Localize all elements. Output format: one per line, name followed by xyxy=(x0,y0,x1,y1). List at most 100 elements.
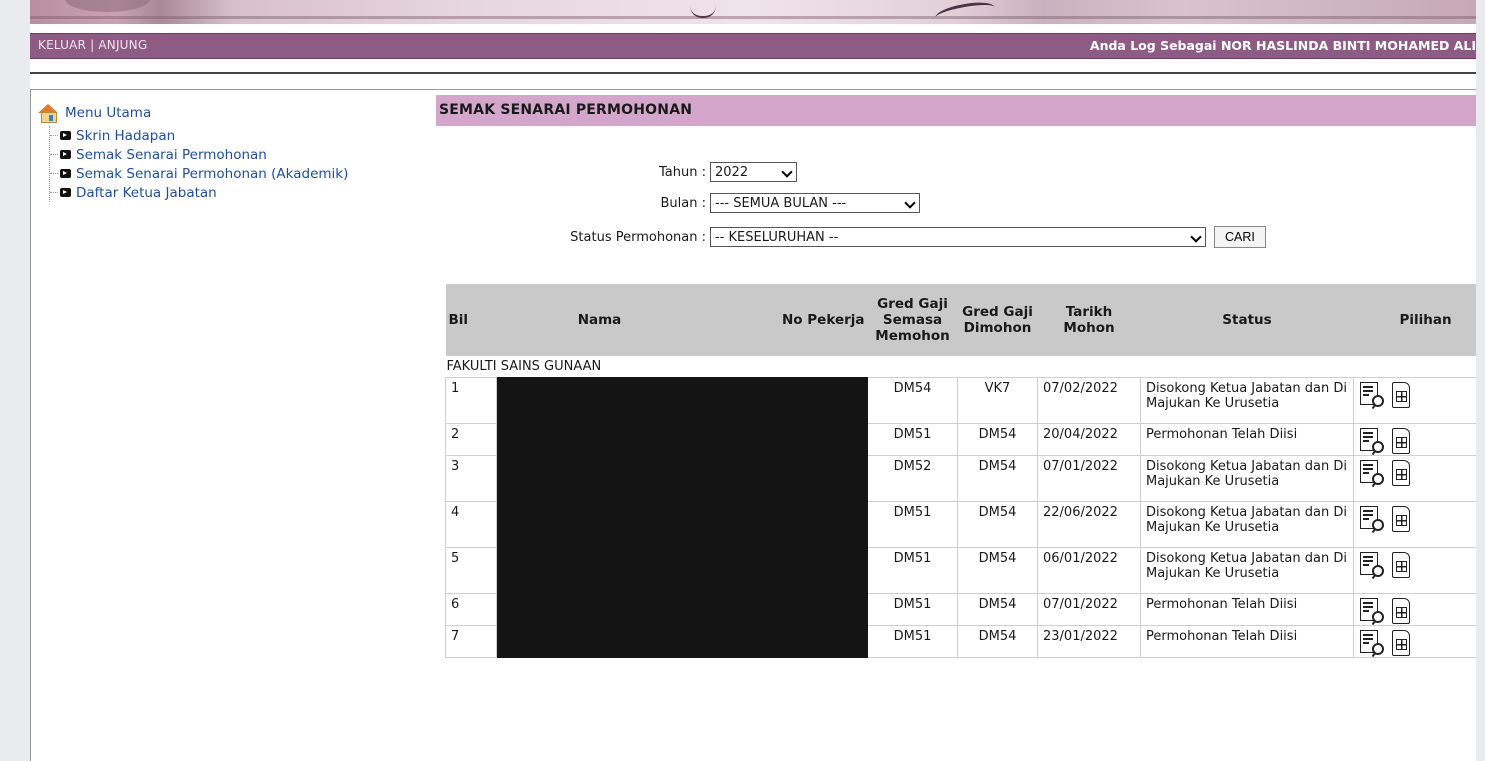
divider xyxy=(30,72,1476,74)
cell-gred-dimohon: DM54 xyxy=(957,455,1038,502)
document-search-icon[interactable] xyxy=(1360,382,1384,410)
document-search-icon[interactable] xyxy=(1360,552,1384,580)
cell-pilihan xyxy=(1353,625,1476,658)
tahun-row: Tahun : 2022 xyxy=(651,162,797,182)
table-row: 1 DM54 VK7 07/02/2022 Disokong Ketua Jab… xyxy=(445,377,1476,424)
table-row: 3 DM52 DM54 07/01/2022 Disokong Ketua Ja… xyxy=(445,455,1476,502)
document-search-icon[interactable] xyxy=(1360,630,1384,657)
tahun-select[interactable]: 2022 xyxy=(710,162,797,182)
document-grid-icon[interactable] xyxy=(1392,552,1410,579)
document-grid-icon[interactable] xyxy=(1392,382,1410,409)
page: KELUAR | ANJUNG Anda Log Sebagai NOR HAS… xyxy=(30,0,1476,761)
sidebar: Menu Utama Skrin Hadapan Semak Senarai P… xyxy=(30,89,439,761)
col-no-pekerja: No Pekerja xyxy=(702,284,868,356)
cell-gred-dimohon: DM54 xyxy=(957,593,1038,626)
top-nav-bar: KELUAR | ANJUNG Anda Log Sebagai NOR HAS… xyxy=(30,33,1476,59)
anjung-link[interactable]: ANJUNG xyxy=(98,38,147,52)
sidebar-item-label: Semak Senarai Permohonan xyxy=(76,146,267,163)
document-grid-icon[interactable] xyxy=(1392,630,1410,657)
cell-bil: 2 xyxy=(445,423,497,456)
cell-tarikh: 22/06/2022 xyxy=(1037,501,1141,548)
link-separator: | xyxy=(86,38,99,52)
cell-pilihan xyxy=(1353,501,1476,548)
applications-table: Bil Nama No Pekerja Gred Gaji Semasa Memoh… xyxy=(445,284,1476,658)
bulan-row: Bulan : --- SEMUA BULAN --- xyxy=(631,193,920,213)
menu-list: Skrin Hadapan Semak Senarai Permohonan S… xyxy=(49,126,348,202)
status-row: Status Permohonan : -- KESELURUHAN -- CA… xyxy=(531,226,1266,248)
cari-button[interactable]: CARI xyxy=(1214,226,1266,248)
cell-bil: 4 xyxy=(445,501,497,548)
cell-gred-semasa: DM51 xyxy=(867,625,958,658)
cell-pilihan xyxy=(1353,423,1476,456)
cell-gred-dimohon: DM54 xyxy=(957,501,1038,548)
status-value: -- KESELURUHAN -- xyxy=(715,230,839,245)
sidebar-item-semak-senarai[interactable]: Semak Senarai Permohonan xyxy=(50,145,348,164)
cell-gred-semasa: DM51 xyxy=(867,423,958,456)
bullet-arrow-icon xyxy=(60,169,71,178)
redacted-name-cell xyxy=(496,547,868,594)
cell-gred-dimohon: VK7 xyxy=(957,377,1038,424)
col-gred-dimohon: Gred Gaji Dimohon xyxy=(957,284,1038,356)
bullet-arrow-icon xyxy=(60,188,71,197)
table-row: 4 DM51 DM54 22/06/2022 Disokong Ketua Ja… xyxy=(445,501,1476,548)
status-select[interactable]: -- KESELURUHAN -- xyxy=(710,227,1206,247)
redacted-name-cell xyxy=(496,423,868,456)
table-row: 2 DM51 DM54 20/04/2022 Permohonan Telah … xyxy=(445,423,1476,456)
sidebar-item-skrin-hadapan[interactable]: Skrin Hadapan xyxy=(50,126,348,145)
cell-tarikh: 07/01/2022 xyxy=(1037,593,1141,626)
document-search-icon[interactable] xyxy=(1360,428,1384,455)
redacted-name-cell xyxy=(496,377,868,424)
bulan-select[interactable]: --- SEMUA BULAN --- xyxy=(710,193,920,213)
home-icon xyxy=(37,104,59,123)
bullet-arrow-icon xyxy=(60,131,71,140)
sidebar-item-label: Skrin Hadapan xyxy=(76,127,176,144)
cell-gred-dimohon: DM54 xyxy=(957,625,1038,658)
cell-status: Permohonan Telah Diisi xyxy=(1140,423,1354,456)
cell-bil: 6 xyxy=(445,593,497,626)
col-pilihan: Pilihan xyxy=(1353,284,1476,356)
sidebar-item-semak-akademik[interactable]: Semak Senarai Permohonan (Akademik) xyxy=(50,164,348,183)
cell-tarikh: 07/01/2022 xyxy=(1037,455,1141,502)
col-nama: Nama xyxy=(496,284,703,356)
cell-status: Permohonan Telah Diisi xyxy=(1140,625,1354,658)
cell-status: Disokong Ketua Jabatan dan Di Majukan Ke… xyxy=(1140,455,1354,502)
cell-gred-dimohon: DM54 xyxy=(957,547,1038,594)
document-grid-icon[interactable] xyxy=(1392,598,1410,625)
cell-gred-semasa: DM52 xyxy=(867,455,958,502)
document-search-icon[interactable] xyxy=(1360,506,1384,534)
sidebar-item-label: Semak Senarai Permohonan (Akademik) xyxy=(76,165,349,182)
logged-in-user: Anda Log Sebagai NOR HASLINDA BINTI MOHA… xyxy=(1089,38,1476,53)
cell-status: Disokong Ketua Jabatan dan Di Majukan Ke… xyxy=(1140,547,1354,594)
redacted-name-cell xyxy=(496,455,868,502)
cell-gred-semasa: DM51 xyxy=(867,501,958,548)
table-row: 5 DM51 DM54 06/01/2022 Disokong Ketua Ja… xyxy=(445,547,1476,594)
tahun-value: 2022 xyxy=(715,165,749,180)
col-bil: Bil xyxy=(445,284,497,356)
chevron-down-icon xyxy=(1190,231,1202,243)
menu-root[interactable]: Menu Utama xyxy=(37,104,348,123)
document-grid-icon[interactable] xyxy=(1392,506,1410,533)
redacted-name-cell xyxy=(496,593,868,626)
sidebar-item-daftar-ketua[interactable]: Daftar Ketua Jabatan xyxy=(50,183,348,202)
tahun-label: Tahun : xyxy=(659,164,706,180)
keluar-link[interactable]: KELUAR xyxy=(38,38,86,52)
col-gred-semasa: Gred Gaji Semasa Memohon xyxy=(867,284,958,356)
document-search-icon[interactable] xyxy=(1360,598,1384,625)
redacted-name-cell xyxy=(496,625,868,658)
cell-pilihan xyxy=(1353,547,1476,594)
page-title: SEMAK SENARAI PERMOHONAN xyxy=(436,95,1476,126)
status-label: Status Permohonan : xyxy=(570,229,706,245)
chevron-down-icon xyxy=(904,197,916,209)
document-grid-icon[interactable] xyxy=(1392,460,1410,487)
bulan-label: Bulan : xyxy=(660,195,707,211)
cell-status: Disokong Ketua Jabatan dan Di Majukan Ke… xyxy=(1140,377,1354,424)
cell-bil: 1 xyxy=(445,377,497,424)
document-grid-icon[interactable] xyxy=(1392,428,1410,455)
document-search-icon[interactable] xyxy=(1360,460,1384,488)
cell-gred-semasa: DM54 xyxy=(867,377,958,424)
group-row: FAKULTI SAINS GUNAAN xyxy=(445,356,1476,378)
cell-pilihan xyxy=(1353,593,1476,626)
cell-bil: 5 xyxy=(445,547,497,594)
table-header-row: Bil Nama No Pekerja Gred Gaji Semasa Memoh… xyxy=(445,284,1476,356)
cell-tarikh: 23/01/2022 xyxy=(1037,625,1141,658)
